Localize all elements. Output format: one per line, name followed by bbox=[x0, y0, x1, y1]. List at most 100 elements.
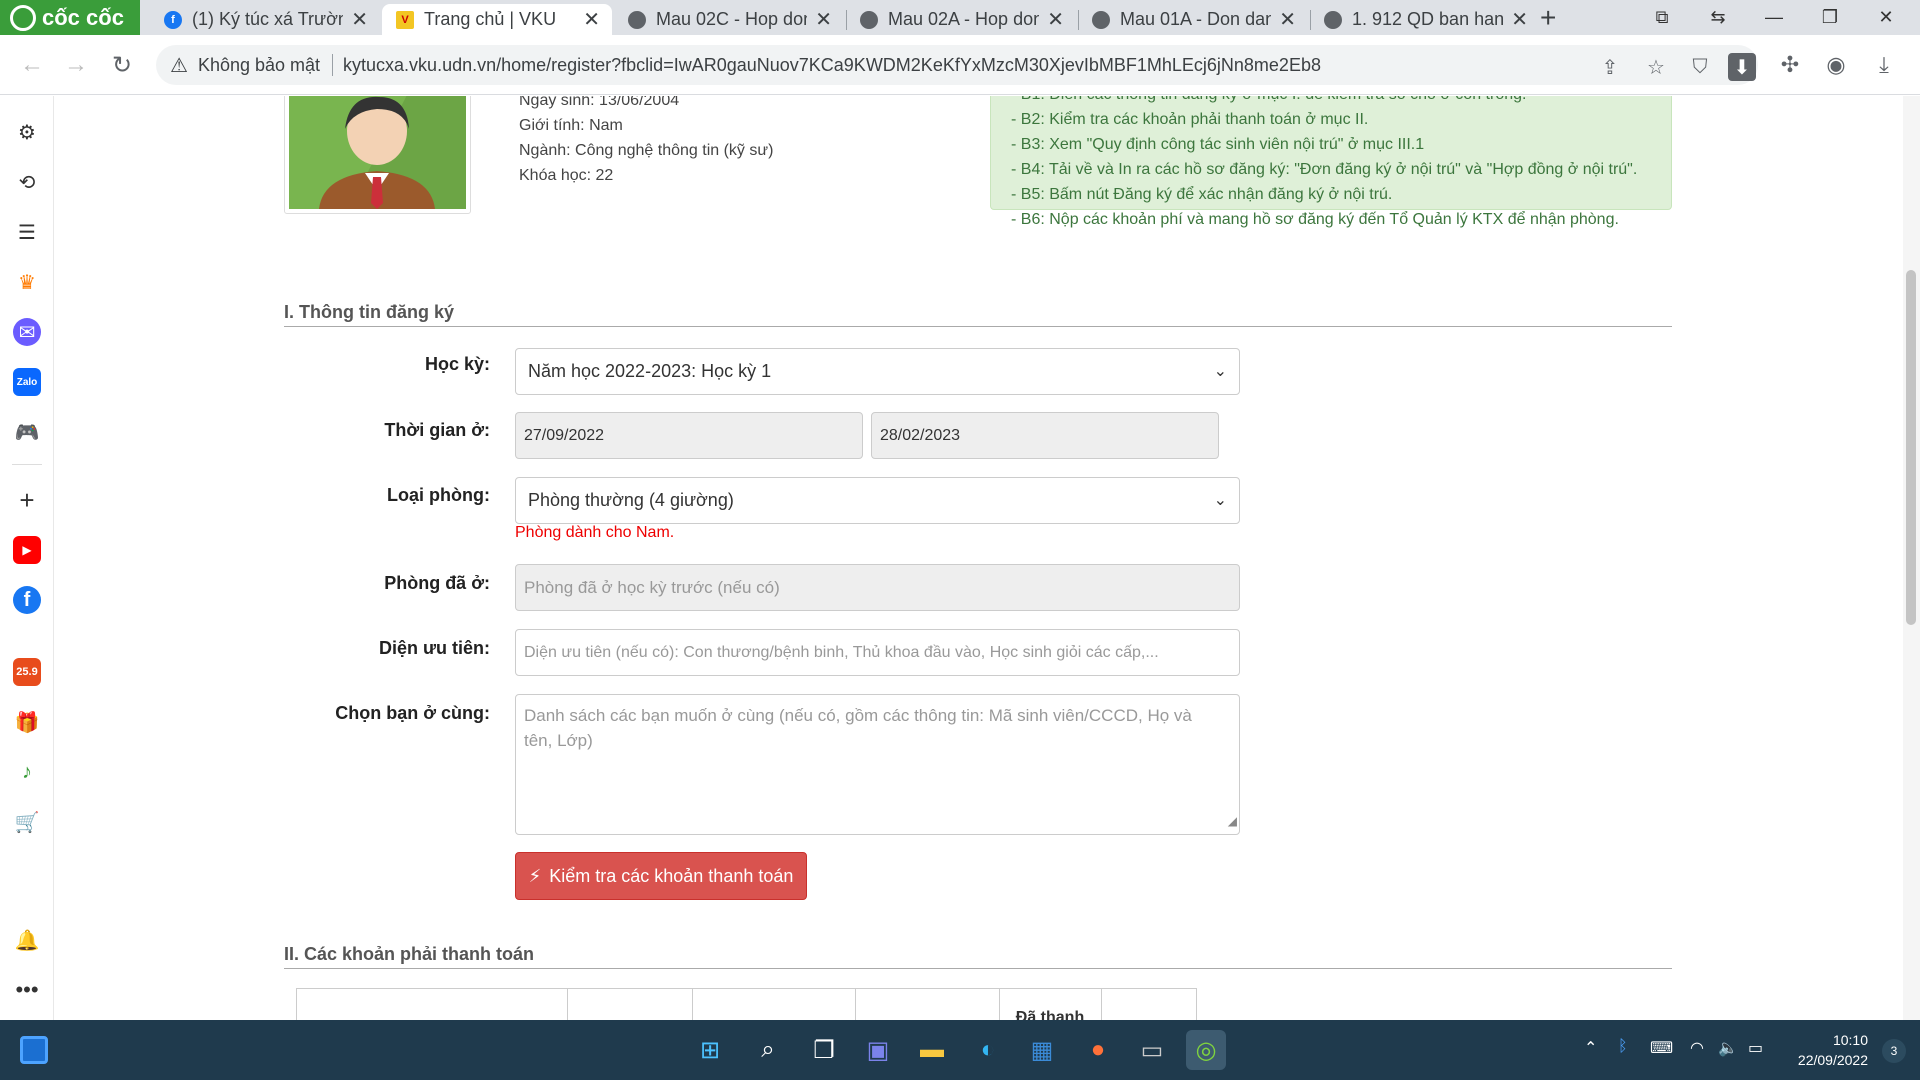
new-tab-button[interactable]: + bbox=[1540, 2, 1556, 34]
history-icon[interactable]: ⟲ bbox=[13, 168, 41, 196]
coccoc-menu-button[interactable]: cốc cốc bbox=[0, 0, 140, 35]
shopping-bag-icon[interactable]: 25.9 bbox=[13, 658, 41, 686]
semester-label: Học kỳ: bbox=[424, 354, 490, 374]
bookmark-star-icon[interactable]: ☆ bbox=[1642, 53, 1670, 81]
add-icon[interactable]: + bbox=[13, 485, 41, 515]
tab-title: Mau 02C - Hop dong bbox=[656, 9, 808, 29]
address-bar[interactable]: ⚠ Không bảo mật kytucxa.vku.udn.vn/home/… bbox=[156, 45, 1758, 85]
stay-period-label: Thời gian ở: bbox=[384, 420, 490, 440]
gift-icon[interactable]: 🎁 bbox=[13, 708, 41, 736]
download-video-icon[interactable]: ⬇ bbox=[1728, 53, 1756, 81]
reading-list-icon[interactable]: ☰ bbox=[13, 218, 41, 246]
volume-icon[interactable]: 🔈 bbox=[1718, 1038, 1738, 1058]
profile-icon[interactable]: ◉ bbox=[1820, 49, 1852, 81]
tab-facebook[interactable]: f (1) Ký túc xá Trường ✕ bbox=[150, 4, 380, 35]
resize-handle-icon[interactable]: ◢ bbox=[1228, 809, 1237, 834]
system-clock[interactable]: 10:10 22/09/2022 bbox=[1798, 1030, 1868, 1070]
facebook-icon[interactable]: f bbox=[13, 586, 41, 614]
stay-to-field[interactable]: 28/02/2023 bbox=[871, 412, 1219, 459]
check-payments-button[interactable]: ⚡ Kiểm tra các khoản thanh toán bbox=[515, 852, 807, 900]
shield-icon[interactable]: ⛉ bbox=[1686, 53, 1714, 81]
maximize-button[interactable]: ❐ bbox=[1802, 0, 1858, 35]
crown-icon[interactable]: ♛ bbox=[13, 268, 41, 296]
sidebar-divider bbox=[12, 464, 42, 465]
youtube-icon[interactable]: ▶ bbox=[13, 536, 41, 564]
priority-input[interactable]: Diện ưu tiên (nếu có): Con thương/bệnh b… bbox=[515, 629, 1240, 676]
file-explorer-icon[interactable]: ▬ bbox=[912, 1030, 952, 1070]
teams-chat-icon[interactable]: ▣ bbox=[858, 1030, 898, 1070]
coccoc-taskbar-icon[interactable]: ◎ bbox=[1186, 1030, 1226, 1070]
notification-bell-icon[interactable]: 🔔 bbox=[13, 926, 41, 954]
terminal-icon[interactable]: ▭ bbox=[1132, 1030, 1172, 1070]
section-1-title: I. Thông tin đăng ký bbox=[284, 302, 454, 322]
roommate-textarea[interactable]: Danh sách các bạn muốn ở cùng (nếu có, g… bbox=[515, 694, 1240, 835]
tab-mau-02c[interactable]: Mau 02C - Hop dong ✕ bbox=[614, 4, 844, 35]
url-text[interactable]: kytucxa.vku.udn.vn/home/register?fbclid=… bbox=[343, 55, 1321, 76]
firefox-icon[interactable]: ● bbox=[1078, 1030, 1118, 1070]
tab-title: 1. 912 QD ban hanh bbox=[1352, 9, 1504, 29]
previous-room-input[interactable]: Phòng đã ở học kỳ trước (nếu có) bbox=[515, 564, 1240, 611]
tab-title: Mau 01A - Don dang bbox=[1120, 9, 1272, 29]
close-tab-icon[interactable]: ✕ bbox=[583, 7, 600, 32]
back-forward-cache-icon[interactable]: ⇆ bbox=[1690, 0, 1746, 35]
security-label[interactable]: Không bảo mật bbox=[198, 55, 320, 76]
close-tab-icon[interactable]: ✕ bbox=[1279, 7, 1296, 32]
start-icon[interactable]: ⊞ bbox=[690, 1030, 730, 1070]
chevron-down-icon: ⌄ bbox=[1213, 492, 1227, 509]
room-type-select[interactable]: Phòng thường (4 giường) ⌄ bbox=[515, 477, 1240, 524]
show-hidden-icons-icon[interactable]: ⌃ bbox=[1584, 1038, 1597, 1058]
brand-label: cốc cốc bbox=[42, 4, 124, 30]
search-icon[interactable]: ⌕ bbox=[748, 1030, 788, 1070]
extensions-icon[interactable]: ✣ bbox=[1774, 49, 1806, 81]
chevron-down-icon: ⌄ bbox=[1213, 363, 1227, 380]
zalo-icon[interactable]: Zalo bbox=[13, 368, 41, 396]
room-type-value: Phòng thường (4 giường) bbox=[528, 490, 734, 510]
room-type-hint: Phòng dành cho Nam. bbox=[515, 524, 675, 541]
browser-toolbar: ← → ↻ ⚠ Không bảo mật kytucxa.vku.udn.vn… bbox=[0, 35, 1920, 95]
scrollbar-thumb[interactable] bbox=[1906, 270, 1916, 625]
tab-mau-01a[interactable]: Mau 01A - Don dang ✕ bbox=[1078, 4, 1308, 35]
table-column-divider bbox=[1101, 989, 1102, 1020]
wifi-icon[interactable]: ◠ bbox=[1690, 1038, 1704, 1058]
stay-from-field[interactable]: 27/09/2022 bbox=[515, 412, 863, 459]
downloads-icon[interactable]: ⤓ bbox=[1868, 49, 1900, 81]
settings-icon[interactable]: ⚙ bbox=[13, 118, 41, 146]
widgets-icon[interactable] bbox=[14, 1030, 54, 1070]
edge-icon[interactable]: ◐ bbox=[968, 1030, 1008, 1070]
shopping-cart-icon[interactable]: 🛒 bbox=[13, 808, 41, 836]
table-column-divider bbox=[692, 989, 693, 1020]
guide-step: - B3: Xem "Quy định công tác sinh viên n… bbox=[1011, 136, 1425, 153]
tab-912-qd[interactable]: 1. 912 QD ban hanh ✕ bbox=[1310, 4, 1540, 35]
close-tab-icon[interactable]: ✕ bbox=[351, 7, 368, 32]
messenger-icon[interactable]: ✉ bbox=[13, 318, 41, 346]
bluetooth-icon[interactable]: ᛒ bbox=[1618, 1038, 1628, 1056]
close-tab-icon[interactable]: ✕ bbox=[1511, 7, 1528, 32]
tab-title: Trang chủ | VKU bbox=[424, 9, 557, 29]
forward-button[interactable]: → bbox=[60, 49, 92, 81]
close-tab-icon[interactable]: ✕ bbox=[815, 7, 832, 32]
more-icon[interactable]: ••• bbox=[13, 976, 41, 1004]
table-column-divider bbox=[567, 989, 568, 1020]
person-avatar-icon bbox=[319, 96, 466, 209]
game-controller-icon[interactable]: 🎮 bbox=[13, 418, 41, 446]
avatar-image bbox=[289, 96, 466, 209]
coccoc-music-icon[interactable]: ♪ bbox=[13, 758, 41, 786]
minimize-button[interactable]: — bbox=[1746, 0, 1802, 35]
share-icon[interactable]: ⇪ bbox=[1596, 53, 1624, 81]
keyboard-icon[interactable]: ⌨ bbox=[1650, 1038, 1673, 1058]
notification-badge[interactable]: 3 bbox=[1882, 1039, 1906, 1063]
microsoft-store-icon[interactable]: ▦ bbox=[1022, 1030, 1062, 1070]
tab-vku[interactable]: V Trang chủ | VKU ✕ bbox=[382, 4, 612, 35]
reload-button[interactable]: ↻ bbox=[106, 49, 138, 81]
registration-guide: - B1: Điền các thông tin đăng ký ở mục I… bbox=[990, 96, 1672, 228]
tab-mau-02a[interactable]: Mau 02A - Hop dong ✕ bbox=[846, 4, 1076, 35]
task-view-icon[interactable]: ❐ bbox=[804, 1030, 844, 1070]
tab-search-icon[interactable]: ⧉ bbox=[1634, 0, 1690, 35]
coccoc-logo-icon bbox=[10, 4, 36, 31]
back-button[interactable]: ← bbox=[16, 49, 48, 81]
warning-icon[interactable]: ⚠ bbox=[170, 53, 188, 78]
close-tab-icon[interactable]: ✕ bbox=[1047, 7, 1064, 32]
battery-icon[interactable]: ▭ bbox=[1748, 1038, 1763, 1058]
semester-select[interactable]: Năm học 2022-2023: Học kỳ 1 ⌄ bbox=[515, 348, 1240, 395]
close-window-button[interactable]: ✕ bbox=[1858, 0, 1914, 35]
